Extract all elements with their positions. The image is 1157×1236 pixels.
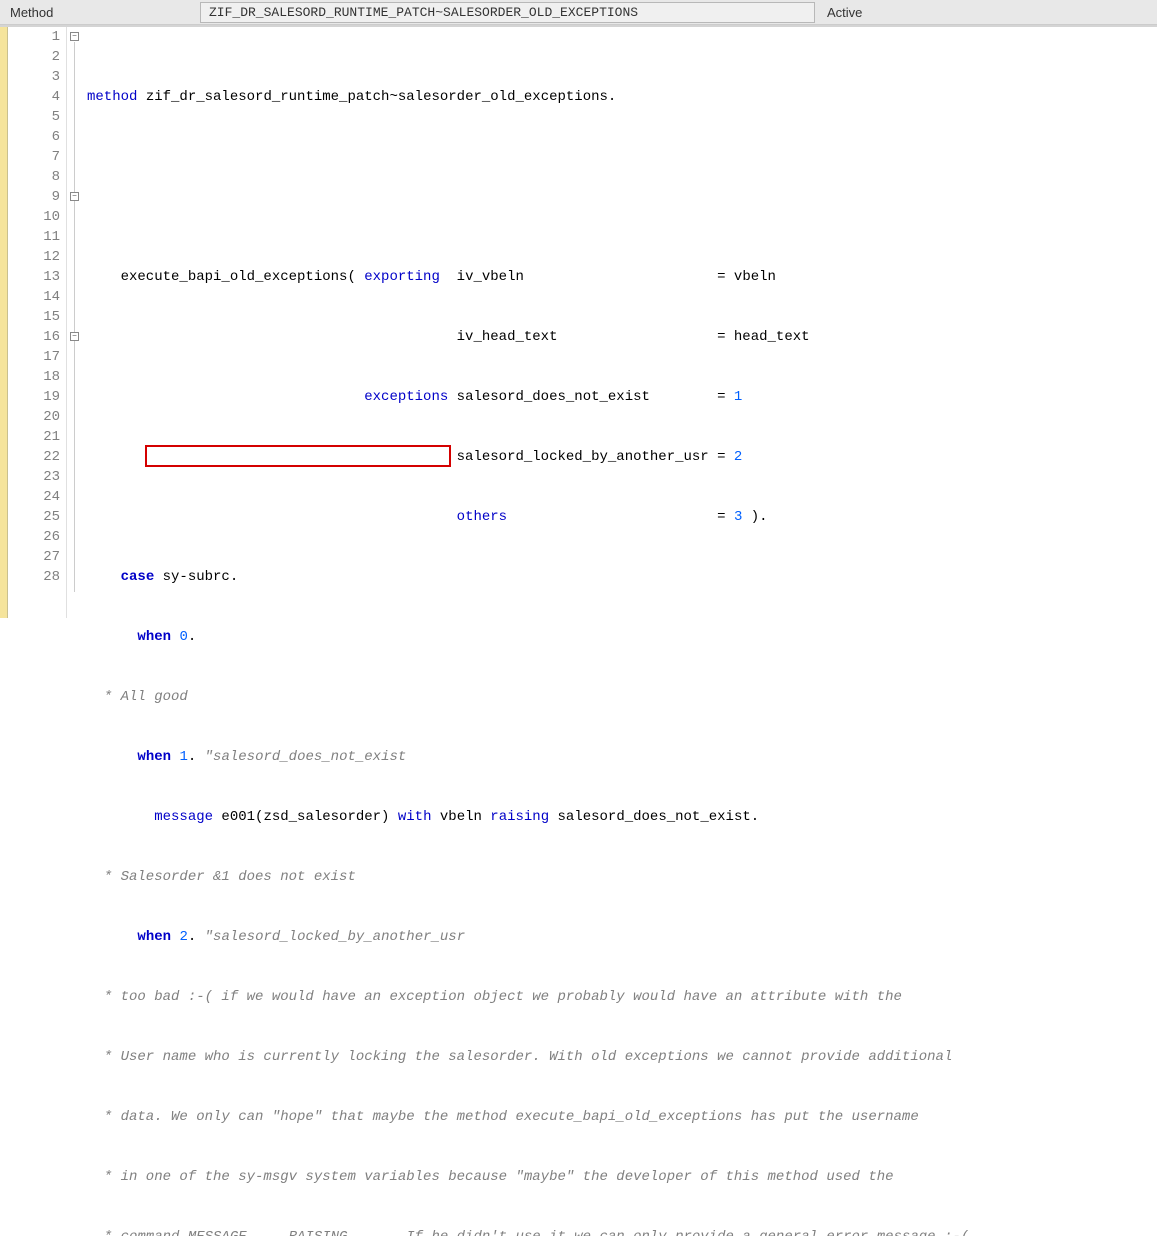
code-line[interactable]: case sy-subrc. [87,567,1157,587]
code-line[interactable]: * Salesorder &1 does not exist [87,867,1157,887]
status-label: Active [815,5,874,20]
fold-column[interactable]: − − − [67,27,85,618]
code-line[interactable]: * data. We only can "hope" that maybe th… [87,1107,1157,1127]
fold-icon[interactable]: − [70,332,79,341]
code-line[interactable]: others = 3 ). [87,507,1157,527]
fold-icon[interactable]: − [70,192,79,201]
header-bar: Method ZIF_DR_SALESORD_RUNTIME_PATCH~SAL… [0,0,1157,25]
code-area[interactable]: method zif_dr_salesord_runtime_patch~sal… [85,27,1157,618]
code-line[interactable]: * User name who is currently locking the… [87,1047,1157,1067]
code-line[interactable]: * too bad :-( if we would have an except… [87,987,1157,1007]
code-line[interactable]: salesord_locked_by_another_usr = 2 [87,447,1157,467]
code-editor[interactable]: 1234 5678 9101112 13141516 17181920 2122… [0,25,1157,618]
marker-bar [0,27,8,618]
code-line[interactable] [87,207,1157,227]
code-line[interactable]: when 1. "salesord_does_not_exist [87,747,1157,767]
code-line[interactable]: exceptions salesord_does_not_exist = 1 [87,387,1157,407]
method-name-field[interactable]: ZIF_DR_SALESORD_RUNTIME_PATCH~SALESORDER… [200,2,815,23]
code-line[interactable]: execute_bapi_old_exceptions( exporting i… [87,267,1157,287]
code-line[interactable]: * command MESSAGE ... RAISING ..... If h… [87,1227,1157,1236]
code-line[interactable]: message e001(zsd_salesorder) with vbeln … [87,807,1157,827]
code-line[interactable] [87,147,1157,167]
code-line[interactable]: when 2. "salesord_locked_by_another_usr [87,927,1157,947]
code-line[interactable]: * All good [87,687,1157,707]
method-label: Method [0,5,200,20]
line-number-gutter: 1234 5678 9101112 13141516 17181920 2122… [22,27,67,618]
code-line[interactable]: * in one of the sy-msgv system variables… [87,1167,1157,1187]
change-strip [8,27,22,618]
code-line[interactable]: method zif_dr_salesord_runtime_patch~sal… [87,87,1157,107]
code-line[interactable]: when 0. [87,627,1157,647]
code-line[interactable]: iv_head_text = head_text [87,327,1157,347]
fold-icon[interactable]: − [70,32,79,41]
